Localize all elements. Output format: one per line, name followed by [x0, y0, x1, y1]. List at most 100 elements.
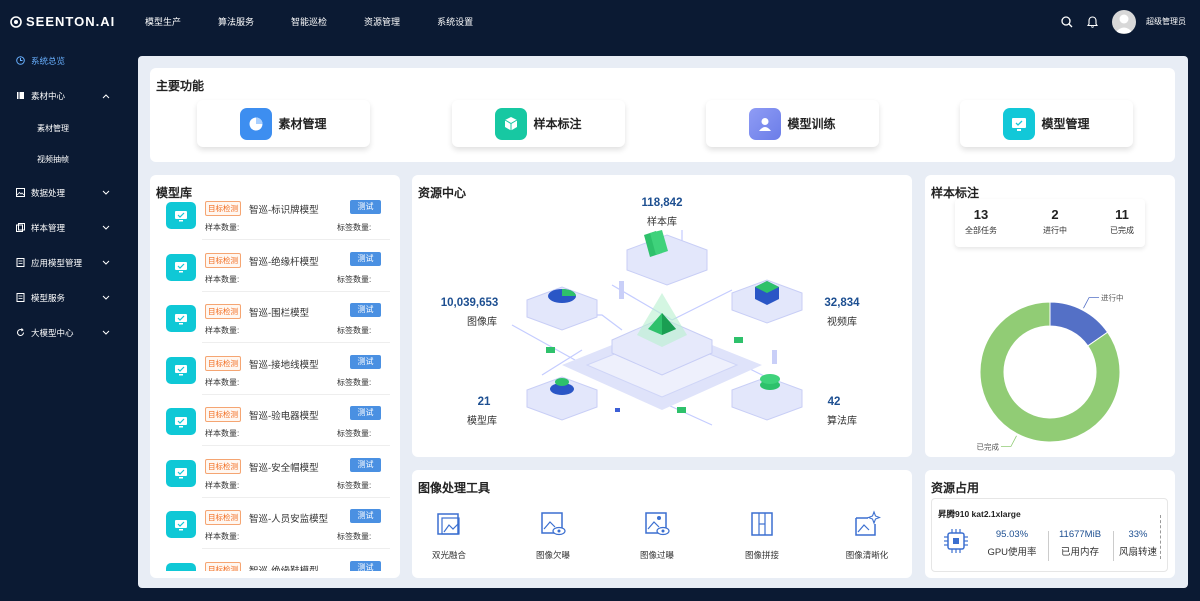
document-icon: [16, 258, 25, 267]
feature-material-management[interactable]: 素材管理: [197, 100, 370, 147]
sample-count-label: 样本数量:: [205, 326, 240, 335]
sidebar-item-label: 大模型中心: [31, 327, 74, 338]
sample-count-label: 样本数量:: [205, 274, 240, 284]
test-button[interactable]: 测试: [350, 560, 381, 571]
user-name[interactable]: 超级管理员: [1146, 16, 1186, 27]
stat-value: 13: [973, 207, 989, 222]
model-list-item[interactable]: 目标检测智巡-绝缘鞋模型测试样本数量:标签数量:: [162, 558, 390, 571]
model-name: 智巡-围栏模型: [249, 308, 310, 319]
model-list-item[interactable]: 目标检测 智巡-标识牌模型 测试 样本数量: 标签数量:: [162, 197, 390, 249]
model-library-value: 21: [477, 396, 491, 408]
sample-count-label: 样本数量:: [205, 223, 240, 232]
image-eye-icon: [541, 512, 566, 536]
model-type-badge: 目标检测: [205, 407, 241, 422]
image-sparkle-icon: [855, 510, 882, 536]
monitor-icon: [166, 511, 196, 538]
tag-count-label: 标签数量:: [337, 429, 372, 438]
sidebar: 系统总览 素材中心 素材管理 视频抽帧 数据处理 样本管理 应用模型管理 模型服…: [0, 43, 125, 601]
test-button[interactable]: 测试: [350, 200, 381, 214]
sidebar-subitem-video-frame-extract[interactable]: 视频抽帧: [0, 144, 125, 175]
avatar[interactable]: [1112, 9, 1136, 34]
top-nav: 模型生产 算法服务 智能巡检 资源管理 系统设置: [145, 15, 510, 28]
test-button[interactable]: 测试: [350, 406, 381, 420]
stat-label: 进行中: [1043, 226, 1067, 235]
stat-value: 2: [1051, 207, 1059, 222]
stat-all-tasks: 13 全部任务: [961, 207, 1001, 236]
nav-item-smart-inspection[interactable]: 智能巡检: [291, 15, 327, 28]
model-list-item[interactable]: 目标检测 智巡-安全帽模型 测试 样本数量: 标签数量:: [162, 455, 390, 507]
feature-model-training[interactable]: 模型训练: [706, 100, 879, 147]
main-functions-card: 主要功能 素材管理 样本标注 模型训练 模型管理: [150, 68, 1175, 162]
tag-count-label: 标签数量:: [337, 274, 372, 284]
list-icon: [16, 293, 25, 302]
test-button[interactable]: 测试: [350, 251, 381, 266]
sidebar-item-data-processing[interactable]: 数据处理: [0, 175, 125, 210]
sidebar-subitem-material-management[interactable]: 素材管理: [0, 113, 125, 144]
sidebar-item-material-center[interactable]: 素材中心: [0, 78, 125, 113]
sidebar-item-large-model-center[interactable]: 大模型中心: [0, 315, 125, 350]
tool-dual-light-fusion[interactable]: 双光融合: [414, 510, 484, 561]
model-list-item[interactable]: 目标检测 智巡-验电器模型 测试 样本数量: 标签数量:: [162, 403, 390, 455]
image-library-value: 10,039,653: [440, 297, 499, 309]
sample-library-value: 118,842: [641, 197, 683, 209]
tool-image-stitching[interactable]: 图像拼接: [727, 510, 797, 561]
stat-value: 11: [1115, 207, 1129, 222]
sample-count-label: 样本数量:: [205, 532, 240, 541]
test-button[interactable]: 测试: [350, 303, 381, 317]
model-list-item[interactable]: 目标检测 智巡-围栏模型 测试 样本数量: 标签数量:: [162, 300, 390, 352]
tag-count-label: 标签数量:: [337, 377, 372, 387]
gpu-device-box: 昇腾910 kat2.1xlarge 95.03% GPU使用率 11677Mi…: [931, 498, 1168, 572]
model-name: 智巡-验电器模型: [249, 411, 319, 422]
divider: [1048, 531, 1049, 561]
memory-used-value: 11677MiB: [1058, 529, 1102, 540]
monitor-icon: [166, 562, 196, 571]
test-button[interactable]: 测试: [350, 509, 381, 523]
divider: [202, 342, 390, 343]
model-list-item[interactable]: 目标检测 智巡-绝缘杆模型 测试 样本数量: 标签数量:: [162, 249, 390, 301]
image-stitch-icon: [751, 512, 773, 536]
logo-icon: [10, 15, 22, 28]
monitor-icon: [166, 459, 196, 487]
test-button[interactable]: 测试: [350, 457, 381, 472]
bell-icon[interactable]: [1087, 15, 1098, 28]
nav-item-algorithm-service[interactable]: 算法服务: [218, 15, 254, 28]
book-icon: [16, 91, 25, 100]
model-library-card: 模型库 目标检测 智巡-标识牌模型 测试 样本数量: 标签数量: 目标检测 智巡-绝缘杆模型…: [150, 175, 400, 578]
nav-item-resource-management[interactable]: 资源管理: [364, 15, 400, 28]
nav-item-system-settings[interactable]: 系统设置: [437, 15, 473, 28]
sidebar-item-sample-management[interactable]: 样本管理: [0, 210, 125, 245]
search-icon[interactable]: [1061, 15, 1073, 28]
fan-speed-stat: 33% 风扇转速: [1114, 529, 1162, 558]
divider: [202, 239, 390, 240]
tool-image-underexposure[interactable]: 图像欠曝: [518, 510, 588, 561]
sidebar-item-app-model-management[interactable]: 应用模型管理: [0, 245, 125, 280]
tag-count-label: 标签数量:: [337, 532, 372, 541]
chevron-down-icon: [102, 328, 110, 338]
resource-center-card: 资源中心 118,842 样本库 10,039,653 图像库 32,834 视…: [412, 175, 912, 457]
feature-label: 素材管理: [278, 117, 327, 131]
logo[interactable]: SEENTON.AI: [10, 14, 130, 29]
chevron-down-icon: [102, 258, 110, 268]
logo-text: SEENTON.AI: [26, 14, 116, 29]
user-icon: [749, 107, 782, 140]
monitor-icon: [166, 305, 196, 332]
sidebar-item-label: 应用模型管理: [31, 257, 83, 268]
sample-count-label: 样本数量:: [205, 480, 240, 490]
sidebar-item-model-service[interactable]: 模型服务: [0, 280, 125, 315]
model-name: 智巡-安全帽模型: [249, 462, 319, 474]
model-name: 智巡-绝缘杆模型: [249, 256, 319, 268]
feature-sample-annotation[interactable]: 样本标注: [452, 100, 625, 147]
model-type-badge: 目标检测: [205, 355, 241, 371]
sidebar-item-overview[interactable]: 系统总览: [0, 43, 125, 78]
tool-image-sharpening[interactable]: 图像清晰化: [832, 510, 902, 561]
model-list-item[interactable]: 目标检测 智巡-人员安监模型 测试 样本数量: 标签数量:: [162, 506, 390, 558]
test-button[interactable]: 测试: [350, 354, 381, 369]
sample-annotation-card: 样本标注 13 全部任务 2 进行中 11 已完成 进行中 已完成: [925, 175, 1175, 457]
nav-item-model-production[interactable]: 模型生产: [145, 15, 181, 28]
scrollbar[interactable]: [1160, 515, 1162, 559]
stat-label: 全部任务: [965, 226, 997, 235]
sample-count-label: 样本数量:: [205, 377, 240, 387]
tool-image-overexposure[interactable]: 图像过曝: [622, 510, 692, 561]
feature-model-management[interactable]: 模型管理: [960, 100, 1133, 147]
model-list-item[interactable]: 目标检测 智巡-接地线模型 测试 样本数量: 标签数量:: [162, 352, 390, 404]
